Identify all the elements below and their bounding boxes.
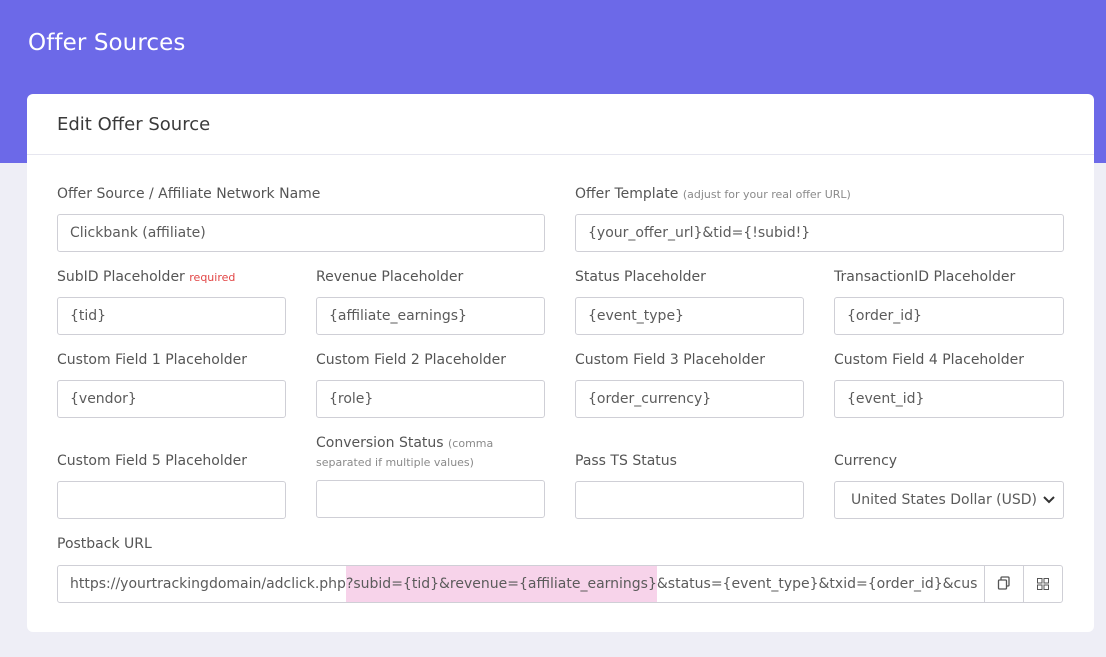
postback-url-input[interactable]: https://yourtrackingdomain/adclick.php?s…: [57, 565, 985, 603]
currency-label: Currency: [834, 453, 898, 469]
qr-button[interactable]: [1023, 565, 1063, 603]
currency-select[interactable]: United States Dollar (USD): [834, 481, 1064, 519]
txid-label: TransactionID Placeholder: [834, 269, 1016, 285]
template-label: Offer Template (adjust for your real off…: [575, 186, 851, 202]
status-input[interactable]: {event_type}: [575, 297, 804, 335]
copy-button[interactable]: [984, 565, 1024, 603]
edit-offer-source-card: Edit Offer Source Offer Source / Affilia…: [27, 94, 1094, 632]
revenue-label: Revenue Placeholder: [316, 269, 464, 285]
cf5-input[interactable]: [57, 481, 286, 519]
cf2-label: Custom Field 2 Placeholder: [316, 352, 507, 368]
template-input[interactable]: {your_offer_url}&tid={!subid!}: [575, 214, 1064, 252]
conversion-status-input[interactable]: [316, 480, 545, 518]
cf3-label: Custom Field 3 Placeholder: [575, 352, 766, 368]
copy-icon: [997, 575, 1011, 594]
conversion-status-label: Conversion Status (comma separated if mu…: [316, 435, 494, 469]
card-title: Edit Offer Source: [57, 114, 211, 135]
status-label: Status Placeholder: [575, 269, 706, 285]
pass-ts-input[interactable]: [575, 481, 804, 519]
subid-label: SubID Placeholder required: [57, 269, 236, 285]
postback-url-prefix: https://yourtrackingdomain/adclick.php: [70, 576, 346, 592]
cf5-label: Custom Field 5 Placeholder: [57, 453, 248, 469]
cf4-input[interactable]: {event_id}: [834, 380, 1064, 418]
revenue-input[interactable]: {affiliate_earnings}: [316, 297, 545, 335]
cf2-input[interactable]: {role}: [316, 380, 545, 418]
required-note: required: [189, 271, 236, 284]
subid-input[interactable]: {tid}: [57, 297, 286, 335]
currency-value: United States Dollar (USD): [851, 492, 1037, 508]
pass-ts-label: Pass TS Status: [575, 453, 677, 469]
name-input[interactable]: Clickbank (affiliate): [57, 214, 545, 252]
postback-label: Postback URL: [57, 536, 152, 552]
grid-icon: [1037, 575, 1049, 594]
card-header: Edit Offer Source: [27, 94, 1094, 155]
cf3-input[interactable]: {order_currency}: [575, 380, 804, 418]
cf1-input[interactable]: {vendor}: [57, 380, 286, 418]
cf4-label: Custom Field 4 Placeholder: [834, 352, 1025, 368]
chevron-down-icon: [1041, 482, 1057, 518]
txid-input[interactable]: {order_id}: [834, 297, 1064, 335]
cf1-label: Custom Field 1 Placeholder: [57, 352, 248, 368]
template-note: (adjust for your real offer URL): [682, 188, 851, 201]
page-title: Offer Sources: [28, 30, 186, 56]
name-label: Offer Source / Affiliate Network Name: [57, 186, 321, 202]
postback-url-highlight: ?subid={tid}&revenue={affiliate_earnings…: [345, 566, 657, 602]
postback-url-suffix: &status={event_type}&txid={order_id}&cus: [656, 576, 978, 592]
